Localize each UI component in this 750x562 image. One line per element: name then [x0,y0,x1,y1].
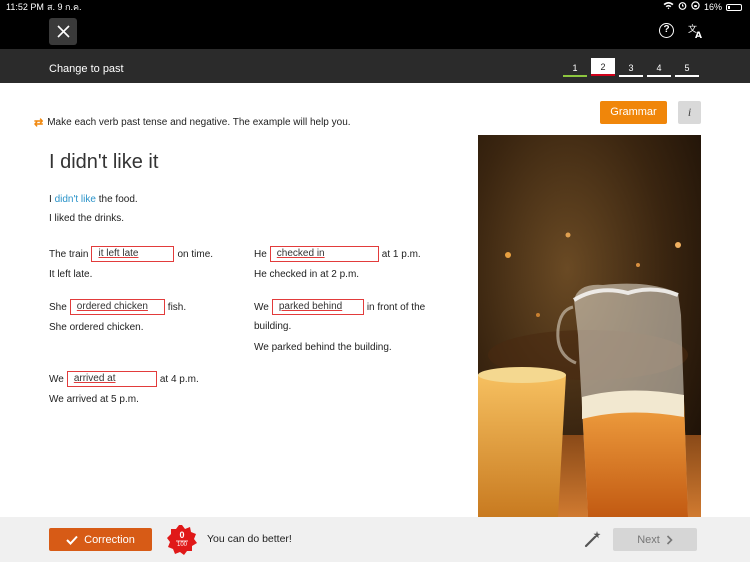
grammar-button[interactable]: Grammar [600,101,667,124]
item-1-post: on time. [177,248,214,260]
top-bar: ? 文A [0,14,750,49]
battery-percent: 16% [703,2,722,12]
alarm-icon [678,0,687,14]
footer-bar: Correction 0 100 You can do better! Next [0,517,750,562]
exercise-header: Change to past 1 2 3 4 5 [0,49,750,83]
close-icon [56,25,70,38]
exercise-item-1: The train it left late on time. [49,246,213,262]
close-button[interactable] [49,18,77,45]
item-4-answer-field[interactable]: parked behind [271,299,364,315]
feedback-text: You can do better! [207,533,292,545]
item-2-answer-field[interactable]: checked in [269,246,379,262]
rotation-lock-icon [691,0,700,14]
status-bar: 11:52 PM ส. 9 ก.ค. 16% [0,0,750,14]
top-icons: ? 文A [659,23,704,44]
lesson-title: I didn't like it [49,151,159,173]
svg-text:A: A [695,31,702,39]
item-1-pre: The train [49,248,89,260]
item-2-post: at 1 p.m. [381,248,421,260]
example-highlight: didn't like [54,194,96,205]
item-5-post: at 4 p.m. [159,373,199,385]
translate-icon[interactable]: 文A [688,23,704,44]
swap-icon: ⇄ [34,117,44,129]
info-button[interactable]: i [678,101,701,124]
exercise-item-5: We arrived at at 4 p.m. [49,371,199,387]
wifi-icon [663,0,674,14]
step-5[interactable]: 5 [675,61,699,77]
correction-label: Correction [84,533,135,546]
item-2-pre: He [254,248,267,260]
battery-icon [726,3,742,11]
exercise-item-2: He checked in at 1 p.m. [254,246,421,262]
next-label: Next [637,533,660,546]
item-3-answer-field[interactable]: ordered chicken [69,299,165,315]
step-4[interactable]: 4 [647,61,671,77]
item-4-pre: We [254,301,269,313]
magic-wand-icon[interactable] [583,529,603,549]
correction-button[interactable]: Correction [49,528,152,551]
item-4-post-continued: building. [254,321,292,332]
item-3-pre: She [49,301,67,313]
step-indicator: 1 2 3 4 5 [563,58,699,77]
status-time: 11:52 PM [6,2,44,12]
example-pre: I [49,194,52,205]
status-right: 16% [663,0,742,14]
step-1[interactable]: 1 [563,61,587,77]
example-hint: I liked the drinks. [49,213,125,224]
help-icon[interactable]: ? [659,23,674,38]
check-icon [66,535,78,545]
item-4-hint: We parked behind the building. [254,342,392,353]
score-badge: 0 100 [167,525,197,555]
exercise-item-4: We parked behind in front of the [254,299,425,315]
exercise-title: Change to past [49,63,124,75]
instruction-text: Make each verb past tense and negative. … [47,117,351,128]
chevron-right-icon [666,534,673,545]
item-3-post: fish. [167,301,187,313]
example-sentence: I didn't like the food. [49,194,138,205]
item-4-post: in front of the [366,301,426,313]
step-2[interactable]: 2 [591,58,615,76]
item-3-hint: She ordered chicken. [49,322,144,333]
status-date: ส. 9 ก.ค. [47,2,82,12]
item-1-hint: It left late. [49,269,93,280]
item-5-pre: We [49,373,64,385]
instruction: ⇄ Make each verb past tense and negative… [34,116,351,129]
item-2-hint: He checked in at 2 p.m. [254,269,360,280]
example-post: the food. [98,194,138,205]
score-max: 100 [176,542,187,548]
score-value: 0 [179,530,185,540]
step-3[interactable]: 3 [619,61,643,77]
item-1-answer-field[interactable]: it left late [91,246,175,262]
item-5-hint: We arrived at 5 p.m. [49,394,139,405]
lesson-photo [478,135,701,517]
next-button[interactable]: Next [613,528,697,551]
item-5-answer-field[interactable]: arrived at [66,371,157,387]
exercise-item-3: She ordered chicken fish. [49,299,186,315]
